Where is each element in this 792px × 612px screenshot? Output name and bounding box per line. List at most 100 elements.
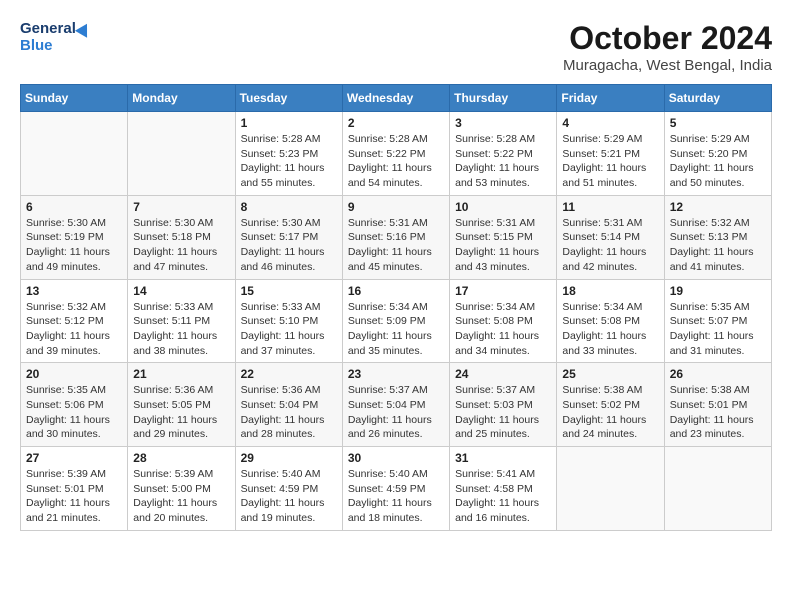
logo-general: General: [20, 20, 76, 37]
logo-triangle-icon: [75, 20, 93, 37]
day-info: Sunrise: 5:28 AM Sunset: 5:23 PM Dayligh…: [241, 132, 337, 191]
day-number: 26: [670, 367, 766, 381]
day-info: Sunrise: 5:39 AM Sunset: 5:01 PM Dayligh…: [26, 467, 122, 526]
calendar-cell: 31 Sunrise: 5:41 AM Sunset: 4:58 PM Dayli…: [450, 447, 557, 531]
calendar-cell: 8 Sunrise: 5:30 AM Sunset: 5:17 PM Daylig…: [235, 195, 342, 279]
title-section: October 2024 Muragacha, West Bengal, Ind…: [563, 20, 772, 74]
day-info: Sunrise: 5:35 AM Sunset: 5:07 PM Dayligh…: [670, 300, 766, 359]
day-info: Sunrise: 5:37 AM Sunset: 5:03 PM Dayligh…: [455, 383, 551, 442]
calendar-cell: 19 Sunrise: 5:35 AM Sunset: 5:07 PM Dayli…: [664, 279, 771, 363]
day-number: 7: [133, 200, 229, 214]
logo-blue: Blue: [20, 37, 53, 54]
day-info: Sunrise: 5:38 AM Sunset: 5:01 PM Dayligh…: [670, 383, 766, 442]
calendar-cell: 18Sunrise: 5:34 AM Sunset: 5:08 PM Dayli…: [557, 279, 664, 363]
calendar-cell: 27Sunrise: 5:39 AM Sunset: 5:01 PM Dayli…: [21, 447, 128, 531]
calendar-cell: 6 Sunrise: 5:30 AM Sunset: 5:19 PM Daylig…: [21, 195, 128, 279]
calendar-cell: [21, 112, 128, 196]
day-number: 3: [455, 116, 551, 130]
day-number: 5: [670, 116, 766, 130]
calendar-cell: 30 Sunrise: 5:40 AM Sunset: 4:59 PM Dayli…: [342, 447, 449, 531]
location: Muragacha, West Bengal, India: [563, 57, 772, 74]
calendar-cell: 14 Sunrise: 5:33 AM Sunset: 5:11 PM Dayli…: [128, 279, 235, 363]
day-info: Sunrise: 5:33 AM Sunset: 5:11 PM Dayligh…: [133, 300, 229, 359]
day-info: Sunrise: 5:29 AM Sunset: 5:20 PM Dayligh…: [670, 132, 766, 191]
calendar-cell: 7 Sunrise: 5:30 AM Sunset: 5:18 PM Daylig…: [128, 195, 235, 279]
day-number: 9: [348, 200, 444, 214]
day-number: 29: [241, 451, 337, 465]
day-number: 21: [133, 367, 229, 381]
day-info: Sunrise: 5:31 AM Sunset: 5:16 PM Dayligh…: [348, 216, 444, 275]
day-number: 14: [133, 284, 229, 298]
day-number: 25: [562, 367, 658, 381]
calendar-cell: 24 Sunrise: 5:37 AM Sunset: 5:03 PM Dayli…: [450, 363, 557, 447]
calendar-cell: 15 Sunrise: 5:33 AM Sunset: 5:10 PM Dayli…: [235, 279, 342, 363]
calendar-cell: 11Sunrise: 5:31 AM Sunset: 5:14 PM Dayli…: [557, 195, 664, 279]
day-number: 2: [348, 116, 444, 130]
calendar-cell: 17Sunrise: 5:34 AM Sunset: 5:08 PM Dayli…: [450, 279, 557, 363]
weekday-header-thursday: Thursday: [450, 85, 557, 112]
month-title: October 2024: [563, 20, 772, 57]
calendar-cell: 28 Sunrise: 5:39 AM Sunset: 5:00 PM Dayli…: [128, 447, 235, 531]
weekday-header-tuesday: Tuesday: [235, 85, 342, 112]
day-info: Sunrise: 5:40 AM Sunset: 4:59 PM Dayligh…: [348, 467, 444, 526]
week-row-2: 6 Sunrise: 5:30 AM Sunset: 5:19 PM Daylig…: [21, 195, 772, 279]
calendar-cell: [664, 447, 771, 531]
day-number: 28: [133, 451, 229, 465]
day-number: 19: [670, 284, 766, 298]
week-row-1: 1 Sunrise: 5:28 AM Sunset: 5:23 PM Daylig…: [21, 112, 772, 196]
calendar-cell: 20Sunrise: 5:35 AM Sunset: 5:06 PM Dayli…: [21, 363, 128, 447]
calendar-cell: 29 Sunrise: 5:40 AM Sunset: 4:59 PM Dayli…: [235, 447, 342, 531]
day-info: Sunrise: 5:30 AM Sunset: 5:18 PM Dayligh…: [133, 216, 229, 275]
week-row-4: 20Sunrise: 5:35 AM Sunset: 5:06 PM Dayli…: [21, 363, 772, 447]
day-number: 30: [348, 451, 444, 465]
day-info: Sunrise: 5:30 AM Sunset: 5:17 PM Dayligh…: [241, 216, 337, 275]
calendar-cell: 4Sunrise: 5:29 AM Sunset: 5:21 PM Daylig…: [557, 112, 664, 196]
calendar-cell: 10Sunrise: 5:31 AM Sunset: 5:15 PM Dayli…: [450, 195, 557, 279]
day-info: Sunrise: 5:30 AM Sunset: 5:19 PM Dayligh…: [26, 216, 122, 275]
day-number: 8: [241, 200, 337, 214]
weekday-header-monday: Monday: [128, 85, 235, 112]
calendar-cell: 25 Sunrise: 5:38 AM Sunset: 5:02 PM Dayli…: [557, 363, 664, 447]
day-number: 15: [241, 284, 337, 298]
day-info: Sunrise: 5:41 AM Sunset: 4:58 PM Dayligh…: [455, 467, 551, 526]
day-info: Sunrise: 5:36 AM Sunset: 5:05 PM Dayligh…: [133, 383, 229, 442]
calendar-cell: 16 Sunrise: 5:34 AM Sunset: 5:09 PM Dayli…: [342, 279, 449, 363]
calendar-cell: 23 Sunrise: 5:37 AM Sunset: 5:04 PM Dayli…: [342, 363, 449, 447]
day-number: 24: [455, 367, 551, 381]
calendar-cell: 13Sunrise: 5:32 AM Sunset: 5:12 PM Dayli…: [21, 279, 128, 363]
weekday-header-sunday: Sunday: [21, 85, 128, 112]
calendar-cell: 21 Sunrise: 5:36 AM Sunset: 5:05 PM Dayli…: [128, 363, 235, 447]
day-number: 12: [670, 200, 766, 214]
day-number: 23: [348, 367, 444, 381]
calendar-cell: [128, 112, 235, 196]
day-info: Sunrise: 5:34 AM Sunset: 5:09 PM Dayligh…: [348, 300, 444, 359]
day-number: 17: [455, 284, 551, 298]
weekday-header-friday: Friday: [557, 85, 664, 112]
day-number: 13: [26, 284, 122, 298]
day-number: 20: [26, 367, 122, 381]
day-info: Sunrise: 5:39 AM Sunset: 5:00 PM Dayligh…: [133, 467, 229, 526]
page-header: General Blue October 2024 Muragacha, Wes…: [20, 20, 772, 74]
calendar-cell: 5 Sunrise: 5:29 AM Sunset: 5:20 PM Daylig…: [664, 112, 771, 196]
day-info: Sunrise: 5:28 AM Sunset: 5:22 PM Dayligh…: [348, 132, 444, 191]
calendar-table: SundayMondayTuesdayWednesdayThursdayFrid…: [20, 84, 772, 531]
weekday-header-saturday: Saturday: [664, 85, 771, 112]
day-number: 1: [241, 116, 337, 130]
day-number: 6: [26, 200, 122, 214]
day-number: 18: [562, 284, 658, 298]
day-info: Sunrise: 5:33 AM Sunset: 5:10 PM Dayligh…: [241, 300, 337, 359]
day-info: Sunrise: 5:38 AM Sunset: 5:02 PM Dayligh…: [562, 383, 658, 442]
week-row-3: 13Sunrise: 5:32 AM Sunset: 5:12 PM Dayli…: [21, 279, 772, 363]
day-info: Sunrise: 5:37 AM Sunset: 5:04 PM Dayligh…: [348, 383, 444, 442]
logo: General Blue: [20, 20, 91, 55]
day-info: Sunrise: 5:36 AM Sunset: 5:04 PM Dayligh…: [241, 383, 337, 442]
weekday-header-row: SundayMondayTuesdayWednesdayThursdayFrid…: [21, 85, 772, 112]
calendar-cell: [557, 447, 664, 531]
day-number: 31: [455, 451, 551, 465]
day-info: Sunrise: 5:31 AM Sunset: 5:15 PM Dayligh…: [455, 216, 551, 275]
day-info: Sunrise: 5:32 AM Sunset: 5:13 PM Dayligh…: [670, 216, 766, 275]
day-number: 16: [348, 284, 444, 298]
weekday-header-wednesday: Wednesday: [342, 85, 449, 112]
day-info: Sunrise: 5:40 AM Sunset: 4:59 PM Dayligh…: [241, 467, 337, 526]
calendar-cell: 3Sunrise: 5:28 AM Sunset: 5:22 PM Daylig…: [450, 112, 557, 196]
